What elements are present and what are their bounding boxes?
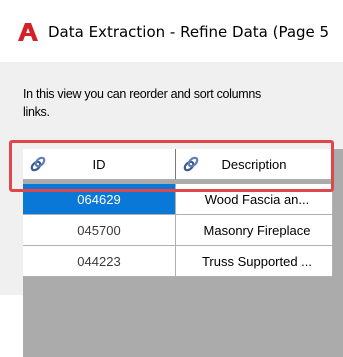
table-cell-description[interactable]: Wood Fascia an... (176, 184, 333, 215)
table-cell-id[interactable]: 045700 (23, 215, 176, 246)
dialog-content: In this view you can reorder and sort co… (0, 62, 343, 357)
column-header-description[interactable]: Description (176, 149, 333, 180)
table-cell-id[interactable]: 064629 (23, 184, 176, 215)
table-row[interactable]: 044223 Truss Supported ... (23, 246, 333, 277)
instructions-line-2: links. (23, 105, 50, 119)
column-header-label: ID (92, 156, 106, 172)
link-icon (183, 156, 199, 172)
table-cell-description-text: Truss Supported ... (201, 253, 313, 269)
table-cell-description[interactable]: Masonry Fireplace (176, 215, 333, 246)
table-row[interactable]: 064629 Wood Fascia an... (23, 184, 333, 215)
column-header-id[interactable]: ID (23, 149, 176, 180)
window-title: Data Extraction - Refine Data (Page 5 (48, 23, 330, 41)
table-header-row: ID Description (23, 149, 333, 180)
data-grid[interactable]: ID Description 064629 Wood Fascia an... … (23, 149, 343, 357)
link-icon (30, 156, 46, 172)
autocad-logo-icon (18, 23, 38, 41)
table-cell-id[interactable]: 044223 (23, 246, 176, 277)
column-header-label: Description (221, 156, 287, 172)
instructions-line-1: In this view you can reorder and sort co… (23, 87, 262, 101)
table-cell-description[interactable]: Truss Supported ... (176, 246, 333, 277)
table-cell-description-text: Masonry Fireplace (203, 222, 311, 238)
table-cell-description-text: Wood Fascia an... (204, 191, 310, 207)
table-row[interactable]: 045700 Masonry Fireplace (23, 215, 333, 246)
instructions-text: In this view you can reorder and sort co… (23, 85, 343, 121)
title-bar: Data Extraction - Refine Data (Page 5 (0, 0, 343, 62)
